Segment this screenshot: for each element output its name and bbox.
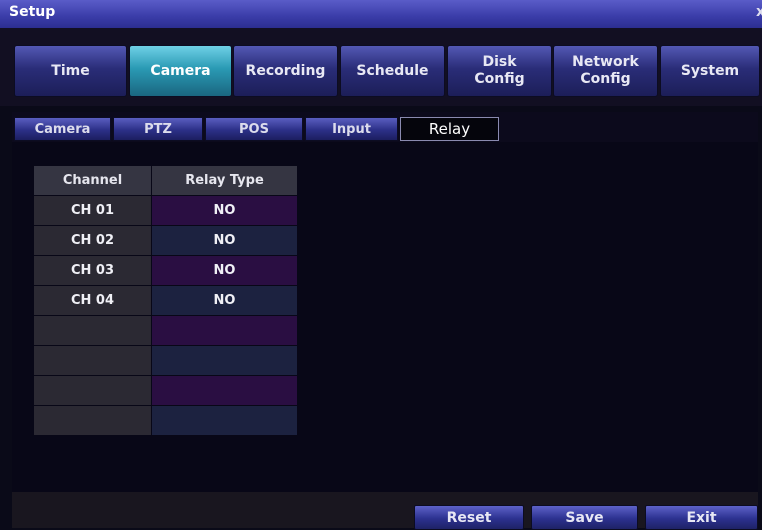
tab-schedule[interactable]: Schedule (340, 45, 445, 97)
save-button[interactable]: Save (531, 505, 638, 530)
channel-cell: CH 01 (34, 196, 151, 225)
relay-type-header: Relay Type (152, 166, 297, 195)
table-row (34, 406, 297, 435)
channel-cell: CH 04 (34, 286, 151, 315)
channel-cell (34, 316, 151, 345)
tab-disk-config[interactable]: Disk Config (447, 45, 552, 97)
relay-type-cell[interactable]: NO (152, 226, 297, 255)
table-row: CH 01 NO (34, 196, 297, 225)
channel-cell (34, 346, 151, 375)
tab-time[interactable]: Time (14, 45, 127, 97)
window-title: Setup (9, 4, 56, 20)
table-row: CH 03 NO (34, 256, 297, 285)
relay-type-cell (152, 316, 297, 345)
channel-cell: CH 03 (34, 256, 151, 285)
channel-header: Channel (34, 166, 151, 195)
subtab-input[interactable]: Input (305, 117, 398, 141)
subtab-relay[interactable]: Relay (400, 117, 499, 141)
table-row (34, 316, 297, 345)
tab-network-config[interactable]: Network Config (553, 45, 658, 97)
exit-button[interactable]: Exit (645, 505, 758, 530)
relay-type-cell[interactable]: NO (152, 286, 297, 315)
relay-type-cell[interactable]: NO (152, 256, 297, 285)
channel-cell (34, 406, 151, 435)
table-row: CH 04 NO (34, 286, 297, 315)
tab-camera[interactable]: Camera (129, 45, 232, 97)
relay-type-cell (152, 346, 297, 375)
tab-recording[interactable]: Recording (233, 45, 338, 97)
table-header-row: Channel Relay Type (34, 166, 297, 195)
title-bar: Setup x (0, 0, 762, 29)
table-row (34, 376, 297, 405)
table-row (34, 346, 297, 375)
subtab-ptz[interactable]: PTZ (113, 117, 203, 141)
reset-button[interactable]: Reset (414, 505, 524, 530)
subtab-pos[interactable]: POS (205, 117, 303, 141)
table-row: CH 02 NO (34, 226, 297, 255)
relay-type-cell[interactable]: NO (152, 196, 297, 225)
tab-system[interactable]: System (660, 45, 760, 97)
subtab-camera[interactable]: Camera (14, 117, 111, 141)
close-icon[interactable]: x (756, 4, 762, 20)
channel-cell: CH 02 (34, 226, 151, 255)
channel-cell (34, 376, 151, 405)
relay-type-cell (152, 376, 297, 405)
relay-type-cell (152, 406, 297, 435)
